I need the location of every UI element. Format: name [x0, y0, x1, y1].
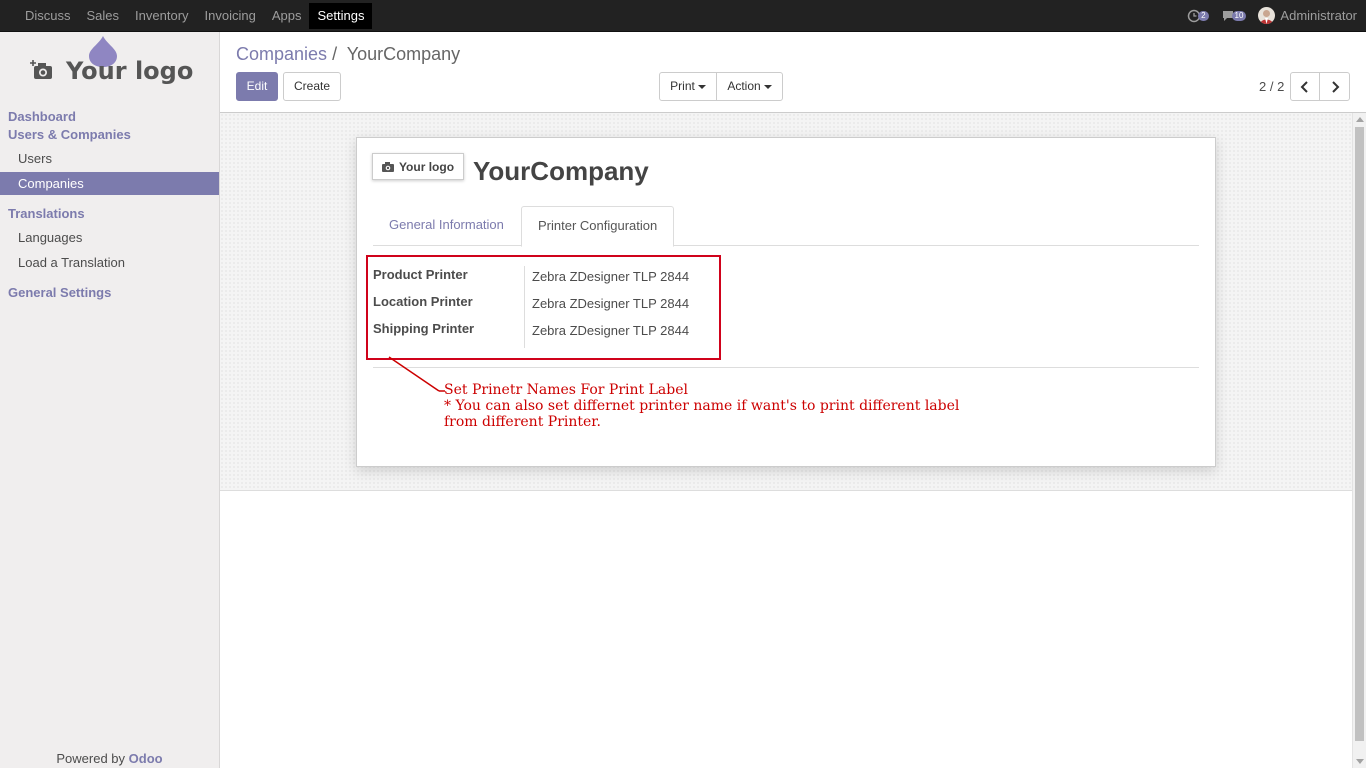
sidebar-item-users[interactable]: Users [0, 147, 219, 170]
user-name: Administrator [1280, 8, 1357, 23]
breadcrumb: Companies / YourCompany [236, 44, 460, 65]
annotation-line-3: from different Printer. [444, 414, 601, 430]
sidebar-item-companies[interactable]: Companies [0, 172, 219, 195]
app-menu: Discuss Sales Inventory Invoicing Apps S… [17, 3, 373, 29]
form-view: Your logo YourCompany General Informatio… [220, 113, 1352, 768]
sidebar-section-dashboard[interactable]: Dashboard [8, 109, 76, 124]
annotation-line-1: Set Prinetr Names For Print Label [444, 382, 688, 398]
pager-next-button[interactable] [1319, 72, 1350, 101]
camera-icon [381, 161, 394, 172]
menu-sales[interactable]: Sales [79, 3, 128, 29]
logo-text: Your logo [65, 57, 193, 85]
systray: 2 10 Administrator [1187, 7, 1357, 24]
avatar [1258, 7, 1276, 24]
company-name: YourCompany [473, 156, 649, 186]
print-dropdown[interactable]: Print [659, 72, 717, 101]
edit-button[interactable]: Edit [236, 72, 278, 101]
menu-invoicing[interactable]: Invoicing [197, 3, 264, 29]
separator-line [373, 367, 1199, 368]
control-panel: Companies / YourCompany Edit Create Prin… [220, 32, 1366, 113]
sidebar-section-users-companies[interactable]: Users & Companies [8, 127, 131, 142]
tab-general-information[interactable]: General Information [373, 206, 520, 246]
chevron-right-icon [1331, 81, 1339, 93]
scrollbar-thumb[interactable] [1355, 127, 1364, 741]
breadcrumb-companies[interactable]: Companies [236, 44, 327, 64]
top-navbar: Discuss Sales Inventory Invoicing Apps S… [0, 0, 1366, 32]
caret-down-icon [763, 84, 772, 89]
pager-value[interactable]: 2 / 2 [1259, 79, 1284, 94]
chevron-left-icon [1300, 81, 1308, 93]
highlight-box [366, 255, 721, 360]
menu-apps[interactable]: Apps [264, 3, 310, 29]
form-sheet: Your logo YourCompany General Informatio… [356, 137, 1216, 467]
menu-inventory[interactable]: Inventory [127, 3, 196, 29]
notebook-tabs: General Information Printer Configuratio… [373, 206, 1199, 247]
breadcrumb-current: YourCompany [346, 44, 461, 64]
sidebar-section-general-settings[interactable]: General Settings [8, 285, 111, 300]
activity-button[interactable]: 2 [1187, 9, 1209, 23]
menu-settings[interactable]: Settings [309, 3, 373, 29]
odoo-link[interactable]: Odoo [129, 751, 163, 766]
action-label: Action [727, 79, 761, 93]
print-label: Print [670, 79, 695, 93]
scroll-down-arrow-icon[interactable] [1356, 759, 1364, 764]
caret-down-icon [697, 84, 706, 89]
user-menu[interactable]: Administrator [1258, 7, 1357, 24]
action-dropdown[interactable]: Action [716, 72, 783, 101]
messages-button[interactable]: 10 [1221, 9, 1247, 22]
activity-count-badge: 2 [1198, 10, 1209, 21]
annotation-note: Set Prinetr Names For Print Label * You … [444, 382, 959, 430]
tab-printer-configuration[interactable]: Printer Configuration [521, 206, 675, 247]
powered-by-text: Powered by [56, 751, 126, 766]
pager-previous-button[interactable] [1290, 72, 1320, 101]
company-logo-field[interactable]: Your logo [372, 153, 464, 180]
sidebar-item-languages[interactable]: Languages [0, 226, 219, 249]
sidebar-section-translations[interactable]: Translations [8, 206, 85, 221]
menu-discuss[interactable]: Discuss [17, 3, 79, 29]
logo-placeholder-text: Your logo [398, 159, 455, 174]
create-button[interactable]: Create [283, 72, 341, 101]
sidebar-item-load-translation[interactable]: Load a Translation [0, 251, 219, 274]
vertical-scrollbar[interactable] [1352, 113, 1366, 768]
logo-image: Your logo [30, 36, 193, 85]
company-logo[interactable]: Your logo [20, 34, 200, 98]
form-footer-area [220, 491, 1352, 768]
annotation-line-2: * You can also set differnet printer nam… [444, 398, 960, 414]
sidebar: Your logo Dashboard Users & Companies Us… [0, 32, 220, 768]
powered-by: Powered by Odoo [0, 751, 219, 766]
scroll-up-arrow-icon[interactable] [1356, 117, 1364, 122]
breadcrumb-separator: / [332, 44, 338, 64]
message-count-badge: 10 [1231, 10, 1247, 21]
annotation-pointer-line [388, 356, 445, 392]
